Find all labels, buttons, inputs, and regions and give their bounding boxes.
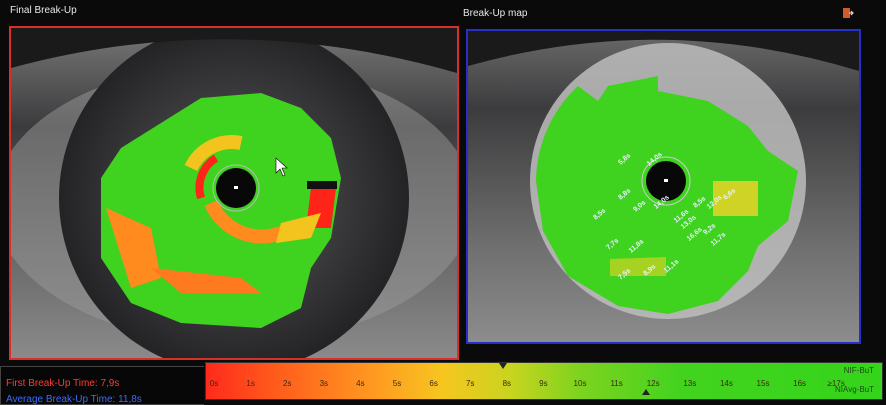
scale-tick: 0s — [209, 379, 219, 388]
scale-tick: 2s — [282, 379, 292, 388]
average-breakup-time: Average Break-Up Time: 11,8s — [6, 394, 142, 405]
nif-legend: NIF-BuT — [843, 366, 874, 375]
scale-tick: 13s — [683, 379, 697, 388]
first-breakup-time: First Break-Up Time: 7,9s — [6, 378, 120, 389]
scale-tick: 7s — [465, 379, 475, 388]
scale-tick: 4s — [356, 379, 365, 388]
scale-tick: 6s — [429, 379, 438, 388]
scale-tick: 12s — [646, 379, 660, 388]
left-panel-title: Final Break-Up — [10, 5, 77, 16]
scale-tick: 14s — [719, 379, 733, 388]
first-breakup-marker — [499, 363, 508, 369]
average-breakup-marker — [641, 389, 650, 395]
scale-tick: 3s — [319, 379, 329, 388]
scale-tick: 11s — [610, 379, 623, 388]
exit-icon[interactable] — [842, 7, 854, 19]
scale-tick: 5s — [392, 379, 402, 388]
eye-image — [11, 28, 457, 358]
scale-tick: 16s — [793, 379, 807, 388]
scale-tick: 10s — [573, 379, 587, 388]
info-box: First Break-Up Time: 7,9s Average Break-… — [0, 366, 204, 405]
scale-tick: 15s — [756, 379, 770, 388]
final-breakup-panel — [9, 26, 459, 360]
scale-tick: 8s — [502, 379, 512, 388]
right-panel-title: Break-Up map — [463, 8, 528, 19]
eye-image-map — [468, 31, 859, 342]
scale-tick: ≥17s — [827, 379, 845, 388]
scale-tick: 1s — [246, 379, 255, 388]
scale-tick: 9s — [539, 379, 548, 388]
breakup-map-panel: 5,8s 14,0s 8,8s 9,0s 14,0s 8,5s 11,6s 6,6s 12,0s… — [466, 29, 861, 344]
breakup-time-scale: NIF-BuT NIAvg-BuT 0s 1s 2s 3s 4s 5s 6s 7s 8s 9s 10… — [205, 362, 883, 400]
